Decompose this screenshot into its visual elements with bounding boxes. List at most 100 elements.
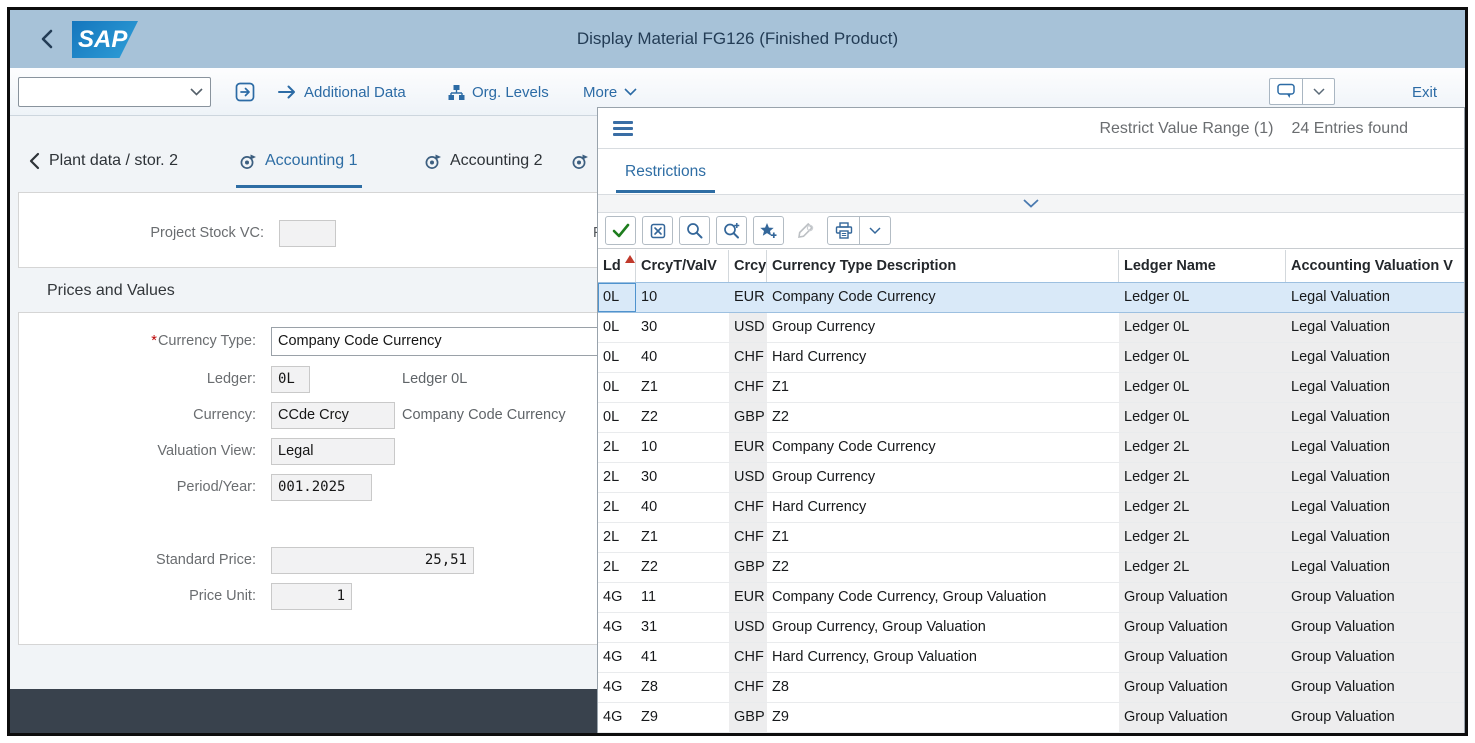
value-table-body: 0L 10 EUR Company Code Currency Ledger 0…: [598, 282, 1464, 733]
currency-type-field[interactable]: Company Code Currency: [271, 327, 617, 356]
table-row[interactable]: 0L Z1 CHF Z1 Ledger 0L Legal Valuation: [598, 373, 1464, 403]
checkmark-icon: [612, 223, 630, 238]
command-field-input[interactable]: [23, 78, 181, 106]
cell-crcyt-valv: 30: [636, 463, 729, 492]
table-row[interactable]: 0L 30 USD Group Currency Ledger 0L Legal…: [598, 313, 1464, 343]
cell-ld: 2L: [598, 523, 636, 552]
cell-ld: 2L: [598, 493, 636, 522]
ledger-description: Ledger 0L: [402, 365, 467, 394]
add-to-favorites-button[interactable]: [753, 216, 784, 245]
period-year-field[interactable]: 001.2025: [271, 474, 372, 501]
find-button[interactable]: [679, 216, 710, 245]
continue-button[interactable]: [232, 79, 258, 105]
table-row[interactable]: 4G Z9 GBP Z9 Group Valuation Group Valua…: [598, 703, 1464, 733]
project-stock-vc-field[interactable]: [279, 220, 336, 247]
tab-plant-data-stor-2[interactable]: Plant data / stor. 2: [24, 134, 182, 188]
arrow-right-icon: [278, 85, 297, 99]
screenshot: SAP Display Material FG126 (Finished Pro…: [0, 0, 1475, 743]
price-unit-field[interactable]: 1: [271, 583, 352, 610]
dialog-toolbar: [598, 213, 1464, 249]
table-row[interactable]: 2L Z1 CHF Z1 Ledger 2L Legal Valuation: [598, 523, 1464, 553]
boxed-x-icon: [650, 223, 666, 239]
cell-crcyt-valv: 10: [636, 283, 729, 312]
column-header-ledger-name[interactable]: Ledger Name: [1119, 250, 1286, 282]
ledger-field[interactable]: 0L: [271, 366, 310, 393]
table-row[interactable]: 0L Z2 GBP Z2 Ledger 0L Legal Valuation: [598, 403, 1464, 433]
cell-crcyt-valv: 40: [636, 493, 729, 522]
cell-crcyt-valv: Z2: [636, 553, 729, 582]
table-row[interactable]: 2L 30 USD Group Currency Ledger 2L Legal…: [598, 463, 1464, 493]
cell-ld: 4G: [598, 613, 636, 642]
column-header-currency-type-description[interactable]: Currency Type Description: [767, 250, 1119, 282]
star-plus-icon: [759, 222, 778, 239]
printer-icon: [835, 222, 853, 239]
currency-field[interactable]: CCde Crcy: [271, 402, 395, 429]
tab-restrictions[interactable]: Restrictions: [616, 150, 715, 193]
table-row[interactable]: 2L 40 CHF Hard Currency Ledger 2L Legal …: [598, 493, 1464, 523]
gui-settings-button[interactable]: [1270, 79, 1302, 104]
chevron-down-icon[interactable]: [190, 88, 203, 96]
cancel-button[interactable]: [642, 216, 673, 245]
print-button-group: [827, 216, 891, 245]
tab-accounting-1[interactable]: Accounting 1: [236, 134, 362, 188]
table-row[interactable]: 4G 41 CHF Hard Currency, Group Valuation…: [598, 643, 1464, 673]
standard-price-field[interactable]: 25,51: [271, 547, 474, 574]
command-field-combobox[interactable]: [18, 77, 211, 107]
standard-price-label: Standard Price:: [19, 546, 256, 575]
org-levels-button[interactable]: Org. Levels: [448, 68, 549, 116]
cell-accounting-valuation: Legal Valuation: [1286, 463, 1464, 492]
cell-crcyt-valv: 11: [636, 583, 729, 612]
cell-crcy: GBP: [729, 553, 767, 582]
cell-accounting-valuation: Legal Valuation: [1286, 433, 1464, 462]
print-button[interactable]: [828, 217, 859, 244]
cell-accounting-valuation: Legal Valuation: [1286, 403, 1464, 432]
table-row[interactable]: 4G Z8 CHF Z8 Group Valuation Group Valua…: [598, 673, 1464, 703]
gui-settings-dropdown-button[interactable]: [1302, 79, 1334, 104]
column-header-accounting-valuation[interactable]: Accounting Valuation V: [1286, 250, 1464, 282]
table-row[interactable]: 2L Z2 GBP Z2 Ledger 2L Legal Valuation: [598, 553, 1464, 583]
gui-options-group: [1269, 78, 1335, 105]
cell-accounting-valuation: Group Valuation: [1286, 703, 1464, 732]
chevron-down-icon: [624, 88, 637, 96]
table-row[interactable]: 4G 11 EUR Company Code Currency, Group V…: [598, 583, 1464, 613]
restrictions-collapse-bar[interactable]: [598, 194, 1464, 213]
restrict-value-range-dialog: Restrict Value Range (1) 24 Entries foun…: [597, 107, 1465, 733]
table-row[interactable]: 2L 10 EUR Company Code Currency Ledger 2…: [598, 433, 1464, 463]
accept-button[interactable]: [605, 216, 636, 245]
cell-crcy: CHF: [729, 643, 767, 672]
message-bubble-icon: [1277, 83, 1296, 100]
tab-label: Accounting 1: [265, 152, 358, 170]
table-row[interactable]: 0L 40 CHF Hard Currency Ledger 0L Legal …: [598, 343, 1464, 373]
cell-crcy: USD: [729, 613, 767, 642]
chevron-down-icon: [1313, 88, 1325, 96]
table-row[interactable]: 0L 10 EUR Company Code Currency Ledger 0…: [598, 282, 1464, 313]
table-header-row: Ld CrcyT/ValV Crcy Currency Type Descrip…: [598, 250, 1464, 283]
chevron-down-icon: [869, 227, 881, 235]
column-header-ld[interactable]: Ld: [598, 250, 636, 282]
ledger-label: Ledger:: [19, 365, 256, 394]
project-stock-vc-label: Project Stock VC:: [27, 219, 264, 248]
valuation-view-field[interactable]: Legal: [271, 438, 395, 465]
cell-currency-type-description: Hard Currency, Group Valuation: [767, 643, 1119, 672]
cell-ledger-name: Ledger 0L: [1119, 313, 1286, 342]
cell-crcy: EUR: [729, 583, 767, 612]
period-year-label: Period/Year:: [19, 473, 256, 502]
cell-accounting-valuation: Legal Valuation: [1286, 553, 1464, 582]
pencil-icon: [797, 222, 814, 239]
tab-accounting-2[interactable]: Accounting 2: [421, 134, 547, 188]
table-row[interactable]: 4G 31 USD Group Currency, Group Valuatio…: [598, 613, 1464, 643]
more-label: More: [583, 84, 617, 101]
cell-crcyt-valv: Z8: [636, 673, 729, 702]
cell-crcy: USD: [729, 313, 767, 342]
cell-crcyt-valv: 41: [636, 643, 729, 672]
column-header-crcy[interactable]: Crcy: [729, 250, 767, 282]
section-title-prices-and-values: Prices and Values: [47, 282, 175, 300]
chevron-down-icon: [1023, 199, 1039, 208]
menu-hamburger-icon[interactable]: [613, 121, 633, 136]
cell-ledger-name: Group Valuation: [1119, 613, 1286, 642]
additional-data-button[interactable]: Additional Data: [278, 68, 406, 116]
column-header-crcyt-valv[interactable]: CrcyT/ValV: [636, 250, 729, 282]
cell-accounting-valuation: Legal Valuation: [1286, 493, 1464, 522]
find-next-button[interactable]: [716, 216, 747, 245]
print-options-dropdown-button[interactable]: [859, 217, 890, 244]
